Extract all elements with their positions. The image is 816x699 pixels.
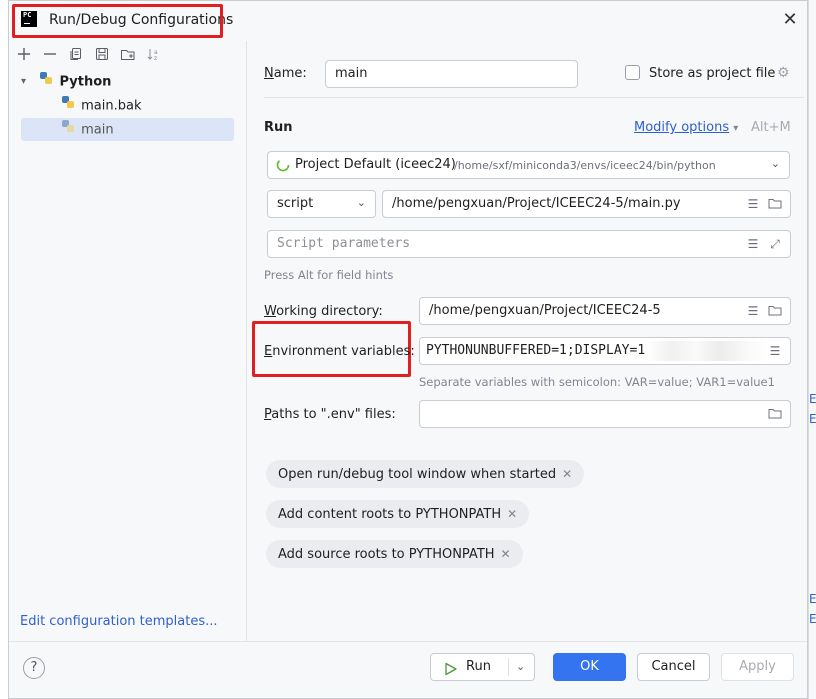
interpreter-select[interactable]: Project Default (iceec24) /home/sxf/mini… [267,151,790,179]
loading-spinner-icon [276,158,290,176]
tree-item-main[interactable]: main [61,119,114,141]
working-directory-field[interactable]: /home/pengxuan/Project/ICEEC24-5 ☰ [419,297,791,325]
tree-item-label: main [81,122,114,138]
svg-text:z: z [154,55,157,61]
close-icon[interactable]: ✕ [781,11,799,29]
play-icon [444,660,458,686]
apply-button[interactable]: Apply [721,653,794,681]
environment-hint: Separate variables with semicolon: VAR=v… [419,375,775,389]
cancel-button[interactable]: Cancel [637,653,710,681]
background-editor-mark: E [809,412,816,426]
script-parameters-field[interactable]: Script parameters ☰ ⤢ [267,230,791,258]
run-debug-dialog: PC Run/Debug Configurations ✕ az ▾ Pytho… [8,0,808,699]
option-chip-source-roots[interactable]: Add source roots to PYTHONPATH ✕ [266,540,523,568]
chevron-down-icon[interactable]: ⌄ [516,654,525,680]
folder-icon[interactable] [768,197,782,211]
option-chip-open-tool-window[interactable]: Open run/debug tool window when started ✕ [266,460,585,488]
separator [264,97,804,98]
name-field[interactable]: main [325,60,578,88]
expand-icon[interactable]: ⤢ [768,237,782,251]
remove-icon[interactable] [39,43,61,65]
close-icon[interactable]: ✕ [501,547,511,561]
background-editor-mark: E [809,612,816,626]
env-files-label: Paths to ".env" files: [264,407,396,422]
python-icon [39,71,53,93]
redacted-blur [648,341,768,361]
close-icon[interactable]: ✕ [562,467,572,481]
background-editor-mark: E [809,392,816,406]
working-directory-label: Working directory: [264,304,383,319]
list-icon[interactable]: ☰ [746,304,760,318]
environment-variables-label: Environment variables: [264,344,415,359]
ok-button[interactable]: OK [553,653,626,681]
background-editor-mark: E [809,592,816,606]
add-icon[interactable] [13,43,35,65]
modify-options-shortcut: Alt+M [751,120,791,135]
script-type-select[interactable]: script ⌄ [267,190,376,218]
run-button[interactable]: Run ⌄ [430,653,535,681]
configurations-tree-panel: az ▾ Python main.bak main Edit configura… [9,41,247,641]
folder-icon[interactable] [768,407,782,421]
python-icon [61,95,75,117]
title-highlight-box [12,4,223,38]
env-files-field[interactable] [419,400,791,428]
help-button[interactable]: ? [23,657,45,679]
tree-toolbar: az [13,43,165,67]
list-icon[interactable]: ☰ [746,197,760,211]
separator [508,658,509,676]
python-icon [61,119,75,141]
new-folder-icon[interactable] [117,43,139,65]
chevron-down-icon: ⌄ [356,196,366,209]
save-icon[interactable] [91,43,113,65]
run-heading: Run [264,120,293,135]
chevron-down-icon[interactable]: ▾ [21,71,26,93]
environment-variables-field[interactable]: PYTHONUNBUFFERED=1;DISPLAY=1 ☰ [419,337,791,365]
list-icon[interactable]: ☰ [746,237,760,251]
sort-icon[interactable]: az [143,43,165,65]
store-project-label: Store as project file [649,66,776,81]
close-icon[interactable]: ✕ [507,507,517,521]
store-project-checkbox[interactable] [625,65,640,80]
tree-item-main-bak[interactable]: main.bak [61,95,142,117]
gear-icon[interactable]: ⚙ [777,65,790,81]
separator [9,641,807,642]
modify-options-link[interactable]: Modify options ▾ [634,120,738,135]
edit-templates-link[interactable]: Edit configuration templates... [20,614,218,629]
folder-icon[interactable] [768,304,782,318]
copy-icon[interactable] [65,43,87,65]
name-label: Name: [264,66,307,81]
tree-item-label: main.bak [81,98,142,114]
configuration-form: Name: main Store as project file ⚙ Run M… [247,41,807,641]
tree-selection-highlight [21,118,234,141]
chevron-down-icon: ▾ [733,123,739,134]
list-icon[interactable]: ☰ [768,344,782,358]
tree-group-label: Python [59,74,112,90]
script-path-field[interactable]: /home/pengxuan/Project/ICEEC24-5/main.py… [382,190,791,218]
option-chip-content-roots[interactable]: Add content roots to PYTHONPATH ✕ [266,500,530,528]
chevron-down-icon: ⌄ [770,157,780,170]
interpreter-name: Project Default (iceec24) [295,157,456,172]
title-bar: PC Run/Debug Configurations ✕ [9,1,807,41]
field-hints-text: Press Alt for field hints [264,268,394,282]
tree-group-python[interactable]: ▾ Python [21,71,112,93]
interpreter-path: /home/sxf/miniconda3/envs/iceec24/bin/py… [454,159,716,172]
